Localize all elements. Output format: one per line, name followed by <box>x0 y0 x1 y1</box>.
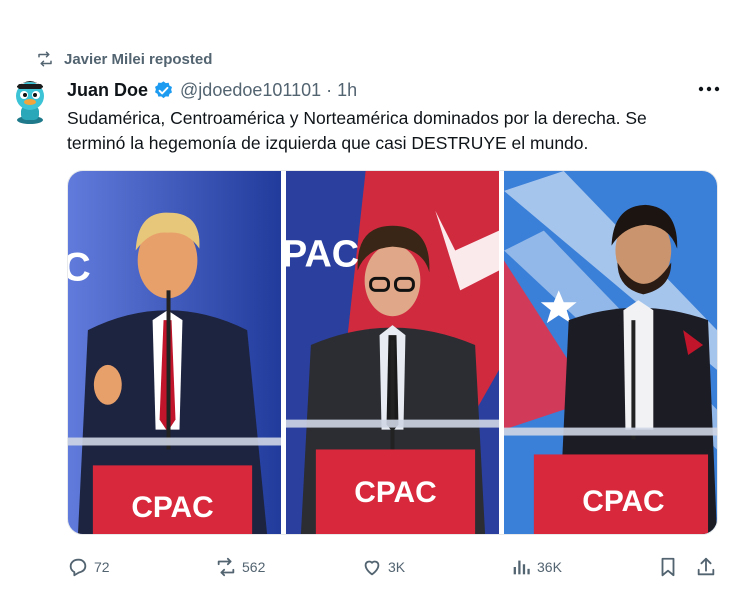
bookmark-icon <box>661 557 675 577</box>
views-count: 36K <box>537 559 562 575</box>
verified-badge-icon[interactable] <box>153 80 174 101</box>
tweet-text: Sudamérica, Centroamérica y Norteamérica… <box>67 106 707 156</box>
separator-dot: · <box>326 79 333 100</box>
views-chart-icon <box>513 560 530 575</box>
repost-icon <box>217 557 235 577</box>
share-button[interactable] <box>695 555 717 579</box>
podium-logo-text: CPAC <box>131 491 213 524</box>
tweet-text-line: Sudamérica, Centroamérica y Norteamérica… <box>67 108 647 128</box>
like-count: 3K <box>388 559 406 575</box>
heart-icon <box>364 560 380 576</box>
reply-icon <box>69 558 87 577</box>
timestamp[interactable]: 1h <box>337 80 357 101</box>
reply-button[interactable]: 72 <box>67 555 110 579</box>
backdrop-text: C <box>68 245 91 289</box>
more-icon <box>698 86 720 92</box>
author-name[interactable]: Juan Doe <box>67 80 148 101</box>
media-panel-center[interactable]: PAC CPAC <box>286 171 499 534</box>
repost-button[interactable]: 562 <box>215 555 265 579</box>
media-panel-right[interactable]: CPAC <box>504 171 717 534</box>
repost-icon <box>38 51 52 67</box>
media-panel-left[interactable]: C CPAC <box>68 171 281 534</box>
avatar[interactable] <box>10 76 50 124</box>
podium-logo-text: CPAC <box>582 485 664 518</box>
backdrop-text: PAC <box>286 233 359 275</box>
more-options-button[interactable] <box>694 79 724 99</box>
views-button[interactable]: 36K <box>510 555 562 579</box>
bookmark-button[interactable] <box>657 555 679 579</box>
repost-header[interactable]: Javier Milei reposted <box>36 50 212 68</box>
tweet-text-line: terminó la hegemonía de izquierda que ca… <box>67 133 589 153</box>
repost-label: Javier Milei reposted <box>64 50 213 68</box>
share-icon <box>697 557 715 576</box>
author-handle[interactable]: @jdoedoe101101 <box>180 80 321 101</box>
repost-count: 562 <box>242 559 266 575</box>
like-button[interactable]: 3K <box>361 555 405 579</box>
action-bar: 72 562 3K 36K <box>67 555 722 579</box>
tweet-header: Juan Doe @jdoedoe101101 · 1h <box>67 78 357 102</box>
reply-count: 72 <box>94 559 110 575</box>
media-grid[interactable]: C CPAC PAC <box>67 170 718 535</box>
podium-logo-text: CPAC <box>354 476 436 509</box>
